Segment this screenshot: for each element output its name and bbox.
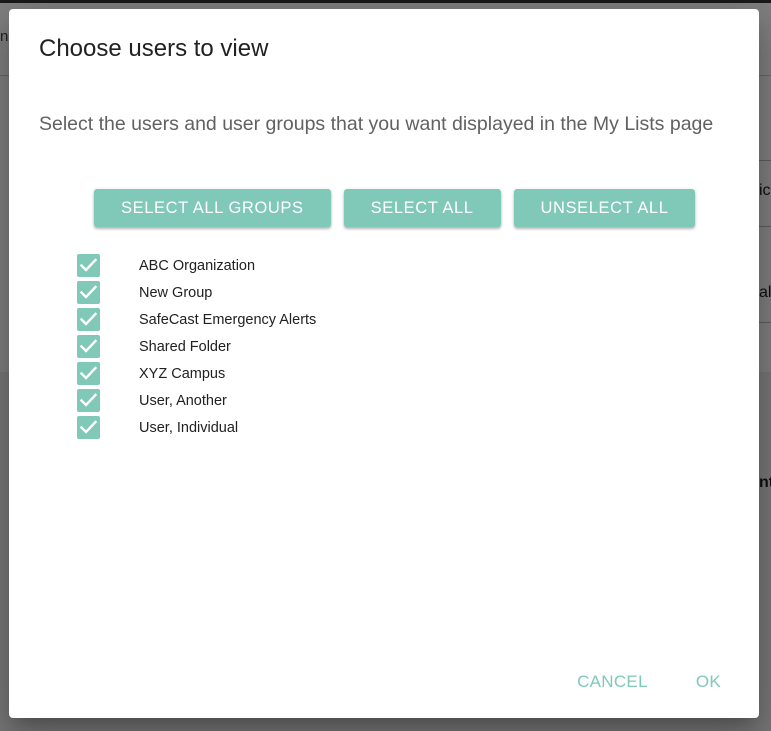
user-checkbox[interactable] (77, 335, 100, 358)
ok-button[interactable]: OK (696, 672, 721, 692)
list-item[interactable]: New Group (77, 279, 316, 306)
list-item[interactable]: XYZ Campus (77, 360, 316, 387)
user-label: SafeCast Emergency Alerts (139, 311, 317, 328)
checkmark-icon (80, 285, 97, 299)
dialog-title: Choose users to view (39, 35, 269, 62)
cancel-button[interactable]: CANCEL (577, 672, 648, 692)
selection-button-row: SELECT ALL GROUPS SELECT ALL UNSELECT AL… (94, 189, 696, 227)
user-checkbox[interactable] (77, 308, 100, 331)
checkmark-icon (80, 393, 97, 407)
dialog-actions: CANCEL OK (577, 672, 721, 692)
select-all-groups-button[interactable]: SELECT ALL GROUPS (94, 189, 331, 227)
user-label: New Group (139, 284, 213, 301)
select-all-button[interactable]: SELECT ALL (343, 189, 501, 227)
checkmark-icon (80, 339, 97, 353)
list-item[interactable]: User, Another (77, 387, 316, 414)
user-label: User, Another (139, 392, 227, 409)
checkmark-icon (80, 312, 97, 326)
user-list: ABC Organization New Group SafeCast Emer… (77, 252, 316, 441)
checkmark-icon (80, 366, 97, 380)
user-label: Shared Folder (139, 338, 231, 355)
list-item[interactable]: User, Individual (77, 414, 316, 441)
user-checkbox[interactable] (77, 416, 100, 439)
user-label: User, Individual (139, 419, 239, 436)
user-label: XYZ Campus (139, 365, 226, 382)
user-checkbox[interactable] (77, 389, 100, 412)
list-item[interactable]: SafeCast Emergency Alerts (77, 306, 316, 333)
user-label: ABC Organization (139, 257, 256, 274)
checkmark-icon (80, 420, 97, 434)
choose-users-dialog: Choose users to view Select the users an… (9, 9, 759, 718)
checkmark-icon (80, 258, 97, 272)
unselect-all-button[interactable]: UNSELECT ALL (513, 189, 696, 227)
dialog-description: Select the users and user groups that yo… (39, 113, 714, 135)
user-checkbox[interactable] (77, 281, 100, 304)
list-item[interactable]: ABC Organization (77, 252, 316, 279)
list-item[interactable]: Shared Folder (77, 333, 316, 360)
user-checkbox[interactable] (77, 254, 100, 277)
user-checkbox[interactable] (77, 362, 100, 385)
